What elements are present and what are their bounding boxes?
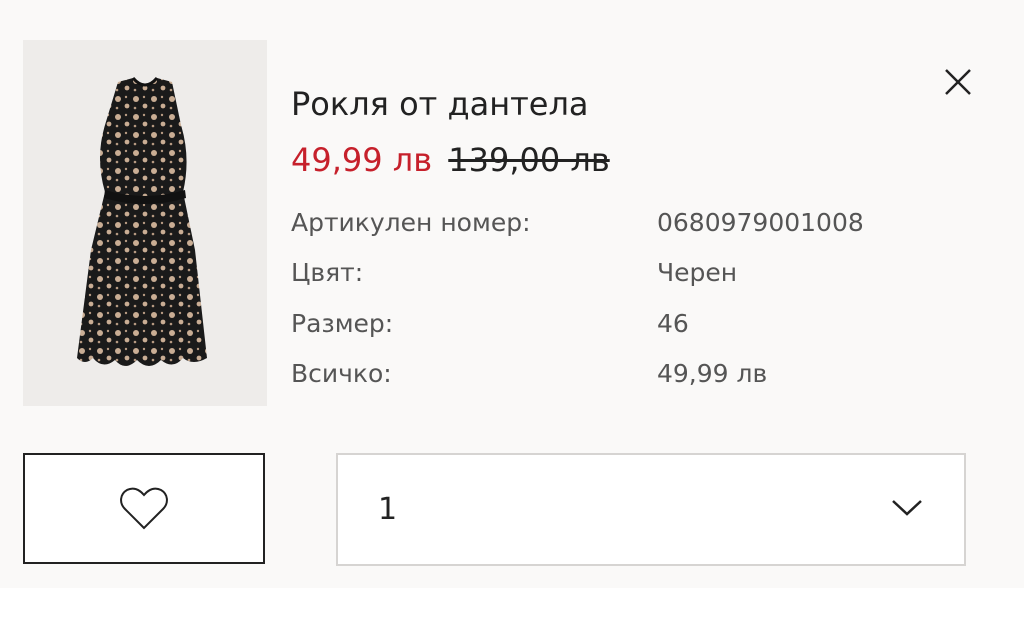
- close-icon: [945, 69, 971, 95]
- quantity-value: 1: [378, 492, 398, 527]
- detail-label: Артикулен номер:: [291, 207, 531, 237]
- detail-row-color: Цвят: Черен: [291, 248, 864, 299]
- detail-label: Всичко:: [291, 359, 392, 389]
- price-row: 49,99 лв 139,00 лв: [291, 140, 610, 180]
- detail-label: Цвят:: [291, 258, 364, 288]
- detail-row-article-number: Артикулен номер: 0680979001008: [291, 197, 864, 248]
- heart-icon: [120, 487, 168, 529]
- detail-value: 0680979001008: [657, 207, 864, 237]
- close-button[interactable]: [938, 62, 978, 102]
- wishlist-button[interactable]: [23, 453, 265, 564]
- detail-row-total: Всичко: 49,99 лв: [291, 349, 864, 400]
- detail-label: Размер:: [291, 308, 394, 338]
- original-price: 139,00 лв: [448, 141, 610, 179]
- cart-item-card: Рокля от дантела 49,99 лв 139,00 лв Арти…: [0, 0, 1024, 588]
- quantity-select[interactable]: 1: [336, 453, 966, 566]
- dress-image: [77, 76, 207, 366]
- product-details: Артикулен номер: 0680979001008 Цвят: Чер…: [291, 197, 864, 399]
- sale-price: 49,99 лв: [291, 141, 433, 179]
- product-title[interactable]: Рокля от дантела: [291, 84, 589, 124]
- product-image[interactable]: [23, 40, 267, 406]
- chevron-down-icon: [892, 500, 922, 516]
- detail-value: 46: [657, 308, 689, 338]
- detail-value: 49,99 лв: [657, 359, 768, 389]
- detail-row-size: Размер: 46: [291, 298, 864, 349]
- detail-value: Черен: [657, 258, 738, 288]
